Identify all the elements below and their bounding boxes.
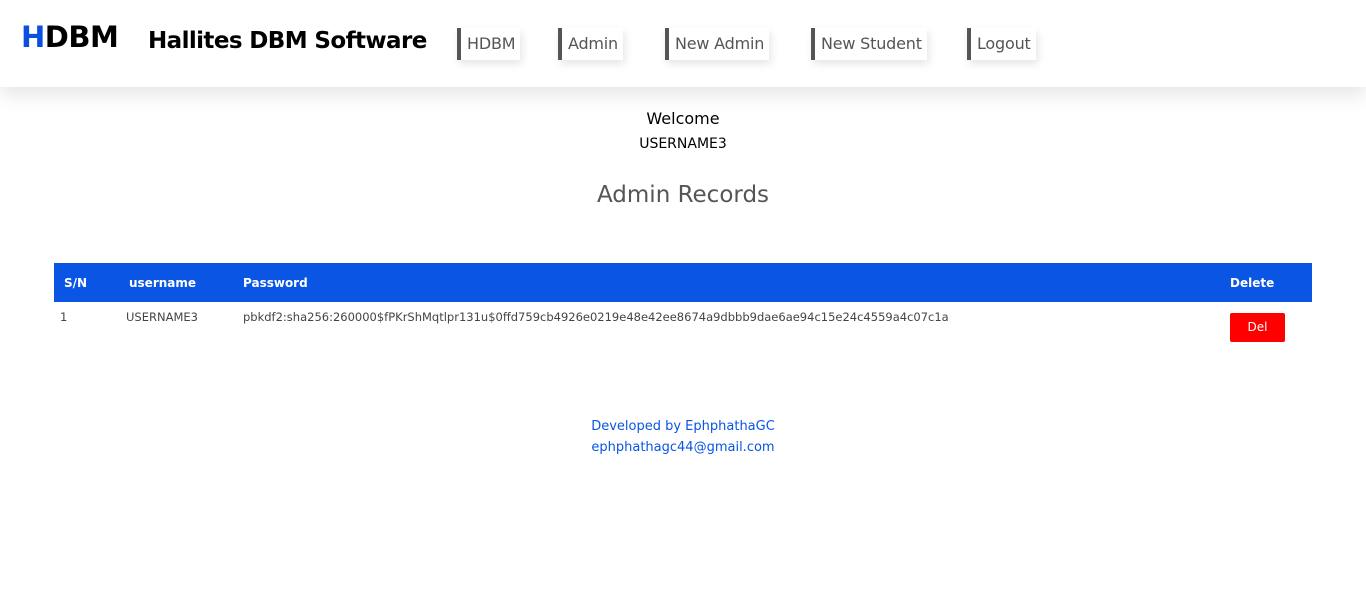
- table-row: 1 USERNAME3 pbkdf2:sha256:260000$fPKrShM…: [54, 302, 1312, 350]
- admin-records-table: S/N username Password Delete 1 USERNAME3…: [54, 263, 1312, 350]
- header-username: username: [129, 275, 197, 290]
- brand-title: Hallites DBM Software: [148, 28, 427, 54]
- footer-email-link[interactable]: ephphathagc44@gmail.com: [0, 438, 1366, 458]
- logo[interactable]: HDBM: [21, 18, 119, 56]
- nav-link-hdbm[interactable]: HDBM: [457, 28, 521, 60]
- welcome-greeting: Welcome: [646, 109, 720, 128]
- table-header-row: S/N username Password Delete: [54, 263, 1312, 302]
- header-password: Password: [243, 275, 308, 290]
- footer-developer: Developed by EphphathaGC: [591, 419, 775, 434]
- page-title: Admin Records: [596, 182, 770, 208]
- nav-link-new-admin[interactable]: New Admin: [665, 28, 770, 60]
- welcome-username: USERNAME3: [639, 136, 727, 152]
- header-sn: S/N: [64, 275, 88, 290]
- delete-button[interactable]: Del: [1230, 313, 1285, 342]
- nav-link-new-student[interactable]: New Student: [811, 28, 927, 60]
- logo-dbm: DBM: [44, 20, 119, 54]
- header-delete: Delete: [1230, 275, 1275, 290]
- logo-h: H: [21, 20, 45, 54]
- cell-username: USERNAME3: [126, 310, 198, 324]
- cell-password: pbkdf2:sha256:260000$fPKrShMqtlpr131u$0f…: [243, 310, 949, 324]
- top-navbar: HDBM Hallites DBM Software HDBM Admin Ne…: [0, 0, 1366, 87]
- cell-delete: Del: [1230, 302, 1312, 350]
- nav-link-logout[interactable]: Logout: [967, 28, 1036, 60]
- nav-link-admin[interactable]: Admin: [558, 28, 623, 60]
- cell-sn: 1: [60, 310, 68, 324]
